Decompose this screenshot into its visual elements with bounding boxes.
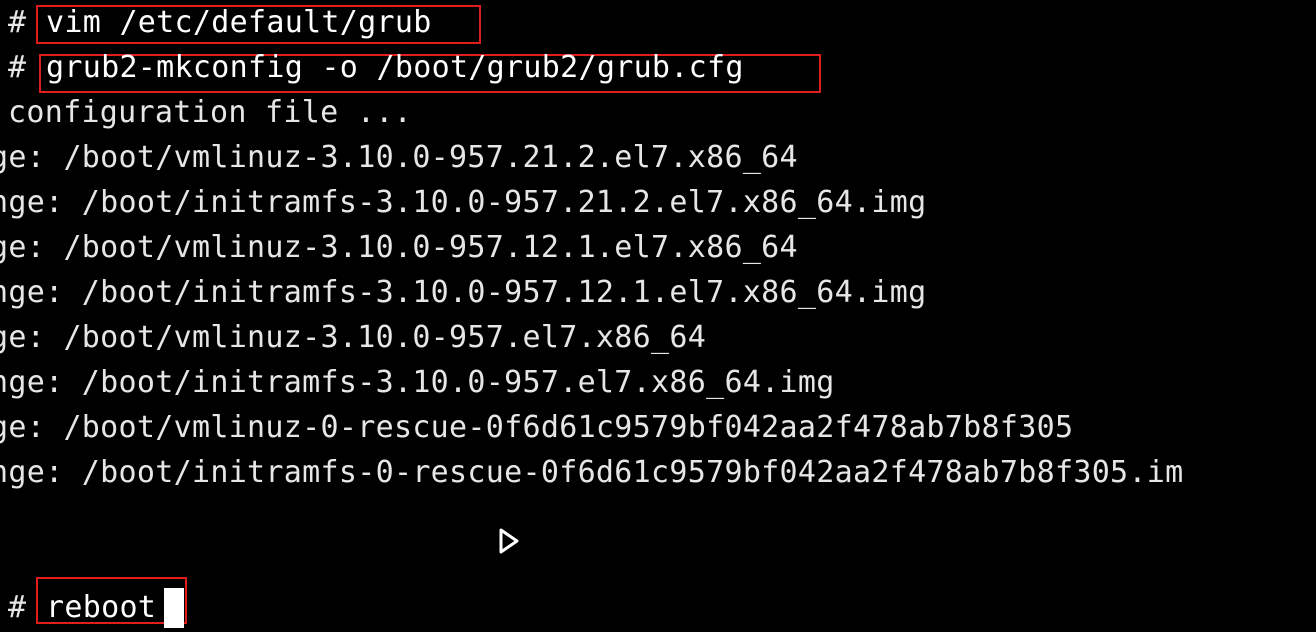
prompt-symbol: # — [8, 590, 27, 625]
command-grub2-mkconfig[interactable]: grub2-mkconfig -o /boot/grub2/grub.cfg — [46, 45, 744, 90]
command-vim-grub[interactable]: vim /etc/default/grub — [46, 0, 432, 45]
output-line: nge: /boot/initramfs-3.10.0-957.12.1.el7… — [0, 275, 927, 310]
terminal-window[interactable]: # vim /etc/default/grub # grub2-mkconfig… — [0, 0, 1316, 632]
command-reboot[interactable]: reboot — [46, 585, 156, 630]
output-line: ge: /boot/vmlinuz-3.10.0-957.el7.x86_64 — [0, 320, 707, 355]
prompt-symbol: # — [8, 5, 27, 40]
output-line: nge: /boot/initramfs-0-rescue-0f6d61c957… — [0, 455, 1184, 490]
output-line: nge: /boot/initramfs-3.10.0-957.el7.x86_… — [0, 365, 835, 400]
text-cursor — [164, 588, 184, 628]
output-line: ge: /boot/vmlinuz-3.10.0-957.12.1.el7.x8… — [0, 230, 798, 265]
prompt-symbol: # — [8, 50, 27, 85]
output-line: ge: /boot/vmlinuz-3.10.0-957.21.2.el7.x8… — [0, 140, 798, 175]
output-line: nge: /boot/initramfs-3.10.0-957.21.2.el7… — [0, 185, 927, 220]
output-line: ge: /boot/vmlinuz-0-rescue-0f6d61c9579bf… — [0, 410, 1074, 445]
play-cursor-icon — [499, 528, 519, 554]
output-line: configuration file ... — [8, 95, 412, 130]
